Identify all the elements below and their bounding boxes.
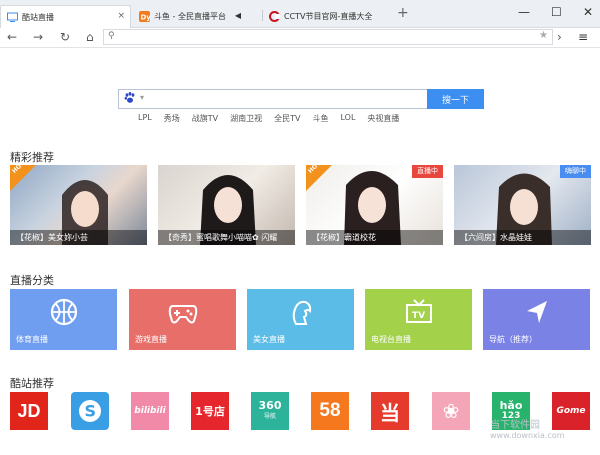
category-label: 游戏直播 — [135, 335, 167, 344]
gamepad-icon — [168, 305, 197, 324]
site-sub: 导航 — [263, 413, 276, 420]
hotword-link[interactable]: 战旗TV — [192, 113, 218, 124]
site-name: bilibili — [134, 406, 166, 416]
side-arrow-button[interactable]: › — [557, 30, 562, 44]
minimize-button[interactable]: — — [518, 5, 530, 19]
close-window-button[interactable]: ✕ — [583, 5, 593, 19]
site-name: 58 — [319, 400, 341, 421]
hotword-link[interactable]: 斗鱼 — [312, 113, 328, 124]
tab-douyu[interactable]: Dy 斗鱼 - 全民直播平台 ◀ — [133, 5, 261, 28]
basketball-icon — [50, 298, 77, 326]
yhd-logo-icon[interactable]: 1号店 — [191, 392, 229, 430]
douyu-logo-icon: Dy — [139, 11, 150, 22]
dangdang-logo-icon[interactable]: 当 — [371, 392, 409, 430]
navigation-bar: ← → ↻ ⌂ ⚲ ★ › ≡ — [0, 28, 600, 48]
tab-title: 斗鱼 - 全民直播平台 — [154, 12, 226, 21]
recommend-card[interactable]: HOT 【花椒】美女妳小芸 — [10, 165, 147, 245]
chat-badge: 嗨聊中 — [560, 165, 591, 178]
svg-text:TV: TV — [412, 311, 425, 321]
site-name: hǎo — [499, 399, 523, 412]
address-bar[interactable]: ⚲ ★ — [103, 29, 553, 45]
hotword-link[interactable]: LPL — [138, 113, 152, 124]
close-icon[interactable]: × — [117, 12, 125, 21]
tv-icon: TV — [405, 299, 432, 323]
category-label: 电视台直播 — [371, 335, 411, 344]
hotword-link[interactable]: 湖南卫视 — [230, 113, 262, 124]
category-sports[interactable]: 体育直播 — [10, 289, 117, 350]
search-icon: ⚲ — [108, 31, 115, 41]
watermark: 当下软件园 www.downxia.com — [490, 416, 565, 440]
hotword-link[interactable]: 秀场 — [164, 113, 180, 124]
hotword-link[interactable]: LOL — [340, 113, 355, 124]
recommend-card[interactable]: 【奇秀】蜜唱歌舞小喵喵✿ 闪耀 — [158, 165, 295, 245]
meilishuo-logo-icon[interactable]: ❀ — [432, 392, 470, 430]
jd-logo-icon[interactable]: JD — [10, 392, 48, 430]
face-silhouette-icon — [292, 300, 311, 325]
card-label: 【六间房】水晶娃娃 — [454, 230, 591, 245]
live-badge: 直播中 — [412, 165, 443, 178]
search-input[interactable]: ▾ — [118, 89, 428, 109]
card-label: 【花椒】霸道校花 — [306, 230, 443, 245]
category-games[interactable]: 游戏直播 — [129, 289, 236, 350]
category-label: 体育直播 — [16, 335, 48, 344]
site-name: 当 — [380, 400, 400, 425]
category-label: 美女直播 — [253, 335, 285, 344]
hotword-link[interactable]: 全民TV — [274, 113, 300, 124]
maximize-button[interactable]: ☐ — [551, 5, 562, 19]
site-name: 1号店 — [195, 405, 225, 418]
menu-button[interactable]: ≡ — [578, 30, 588, 44]
cctv-logo-icon — [269, 11, 280, 22]
bilibili-logo-icon[interactable]: bilibili — [131, 392, 169, 430]
category-beauty[interactable]: 美女直播 — [247, 289, 354, 350]
site-name: 360 — [258, 399, 282, 412]
svg-text:Dy: Dy — [141, 14, 151, 22]
tab-strip: 酷站直播 × Dy 斗鱼 - 全民直播平台 ◀ CCTV节目官网-直播大全 + … — [0, 0, 600, 29]
new-tab-button[interactable]: + — [397, 6, 409, 20]
tab-title: CCTV节目官网-直播大全 — [284, 12, 373, 21]
section-title-sites: 酷站推荐 — [10, 377, 54, 390]
site-name: JD — [17, 400, 41, 421]
360-nav-logo-icon[interactable]: 360 导航 — [251, 392, 289, 430]
search-box: ▾ 搜一下 — [118, 89, 484, 109]
speaker-icon[interactable]: ◀ — [235, 11, 241, 20]
hotword-link[interactable]: 央视直播 — [367, 113, 399, 124]
tab-cctv[interactable]: CCTV节目官网-直播大全 — [263, 5, 391, 28]
baidu-paw-icon — [124, 92, 135, 103]
tab-kuzhan-live[interactable]: 酷站直播 × — [0, 5, 131, 29]
58-logo-icon[interactable]: 58 — [311, 392, 349, 430]
section-title-category: 直播分类 — [10, 274, 54, 287]
tab-title: 酷站直播 — [22, 13, 54, 22]
card-label: 【奇秀】蜜唱歌舞小喵喵✿ 闪耀 — [158, 230, 295, 245]
site-name: Gome — [556, 406, 586, 416]
category-navigation[interactable]: 导航（推荐） — [483, 289, 590, 350]
search-button[interactable]: 搜一下 — [427, 89, 484, 109]
recommend-card[interactable]: HOT 直播中 【花椒】霸道校花 — [306, 165, 443, 245]
site-name: S — [85, 402, 97, 421]
star-icon[interactable]: ★ — [539, 30, 548, 41]
home-button[interactable]: ⌂ — [86, 30, 94, 44]
hot-keywords: LPL 秀场 战旗TV 湖南卫视 全民TV 斗鱼 LOL 央视直播 — [138, 113, 411, 124]
watermark-line: www.downxia.com — [490, 431, 565, 440]
category-tv[interactable]: TV 电视台直播 — [365, 289, 472, 350]
site-name: ❀ — [442, 399, 460, 423]
reload-button[interactable]: ↻ — [60, 30, 70, 44]
section-title-recommend: 精彩推荐 — [10, 151, 54, 164]
monitor-icon — [7, 12, 18, 22]
category-label: 导航（推荐） — [489, 335, 537, 344]
dropdown-caret-icon[interactable]: ▾ — [140, 93, 144, 102]
sogou-s-icon: S — [79, 400, 101, 422]
navigation-arrow-icon — [526, 301, 547, 323]
card-label: 【花椒】美女妳小芸 — [10, 230, 147, 245]
sogou-logo-icon[interactable]: S — [71, 392, 109, 430]
watermark-line: 当下软件园 — [490, 420, 540, 431]
recommend-card[interactable]: 嗨聊中 【六间房】水晶娃娃 — [454, 165, 591, 245]
forward-button[interactable]: → — [33, 30, 43, 44]
back-button[interactable]: ← — [7, 30, 17, 44]
